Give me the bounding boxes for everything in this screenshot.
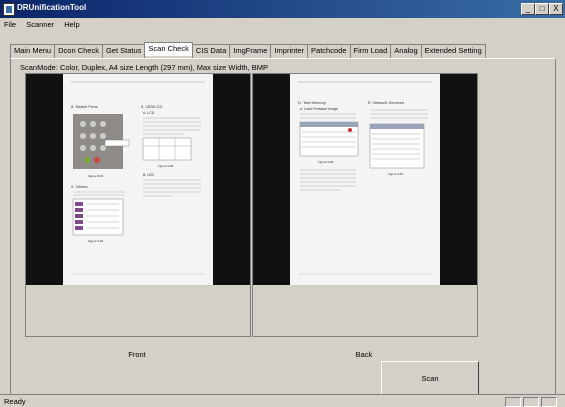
maximize-button[interactable]: □ [535, 3, 549, 15]
front-image-viewer[interactable]: 8. Switch Ports Figure 8-83 9. Others Fi… [25, 73, 251, 337]
front-left-figure2: Figure 9-84 [88, 239, 104, 243]
minimize-button[interactable]: _ [521, 3, 535, 15]
tab-imgframe[interactable]: ImgFrame [229, 44, 272, 58]
front-right-sub2: B. LED [143, 173, 155, 177]
app-icon [3, 3, 15, 16]
back-right-figure: Figure 9-87 [388, 172, 404, 176]
scan-button-label: Scan [421, 374, 439, 383]
back-left-figure: Figure 9-86 [318, 160, 334, 164]
back-caption: Back [355, 350, 373, 359]
back-image-viewer[interactable]: D. Test Memory a. Load Firmware Image Fi… [252, 73, 478, 337]
front-caption: Front [128, 350, 146, 359]
menu-bar: File Scanner Help [0, 18, 565, 32]
front-scanned-page: 8. Switch Ports Figure 8-83 9. Others Fi… [63, 74, 213, 285]
status-text: Ready [4, 397, 26, 406]
menu-help[interactable]: Help [60, 18, 83, 29]
title-bar: DRUnificationTool _ □ X [0, 0, 565, 18]
front-right-heading: 9. LED/LCD [141, 104, 162, 109]
scan-mode-label: ScanMode: Color, Duplex, A4 size Length … [20, 63, 269, 72]
tab-analog[interactable]: Analog [390, 44, 422, 58]
front-page-content: 8. Switch Ports Figure 8-83 9. Others Fi… [71, 81, 205, 275]
back-left-sub: a. Load Firmware Image [300, 107, 338, 111]
tab-scan-check[interactable]: Scan Check [144, 42, 193, 56]
back-scanned-page: D. Test Memory a. Load Firmware Image Fi… [290, 74, 440, 285]
front-left-heading: 8. Switch Ports [71, 104, 98, 109]
tab-firm-load[interactable]: Firm Load [349, 44, 392, 58]
window-title: DRUnificationTool [17, 3, 87, 12]
close-button[interactable]: X [549, 3, 563, 15]
front-left-figure: Figure 8-83 [88, 174, 104, 178]
tab-imprinter[interactable]: Imprinter [270, 44, 309, 58]
tab-extended-setting[interactable]: Extended Setting [420, 44, 486, 58]
front-left-section: 9. Others [71, 184, 87, 189]
menu-scanner[interactable]: Scanner [22, 18, 58, 29]
tab-main-menu[interactable]: Main Menu [10, 44, 56, 58]
scan-button[interactable]: Scan [381, 361, 479, 396]
tab-dcon-check[interactable]: Dcon Check [54, 44, 103, 58]
front-scan-image: 8. Switch Ports Figure 8-83 9. Others Fi… [26, 74, 250, 285]
tab-get-status[interactable]: Get Status [101, 44, 146, 58]
back-scan-image: D. Test Memory a. Load Firmware Image Fi… [253, 74, 477, 285]
menu-file[interactable]: File [0, 18, 20, 29]
tab-strip: Main Menu Dcon Check Get Status Scan Che… [10, 42, 486, 58]
back-left-heading: D. Test Memory [298, 100, 326, 105]
status-bar: Ready [0, 394, 565, 407]
tab-patchcode[interactable]: Patchcode [307, 44, 351, 58]
back-right-heading: E. Network Services [368, 100, 404, 105]
back-page-content: D. Test Memory a. Load Firmware Image Fi… [298, 81, 432, 275]
front-right-sub1: A. LCD [143, 111, 155, 115]
tab-cis-data[interactable]: CIS Data [191, 44, 231, 58]
front-right-figure: Figure 9-85 [158, 164, 174, 168]
